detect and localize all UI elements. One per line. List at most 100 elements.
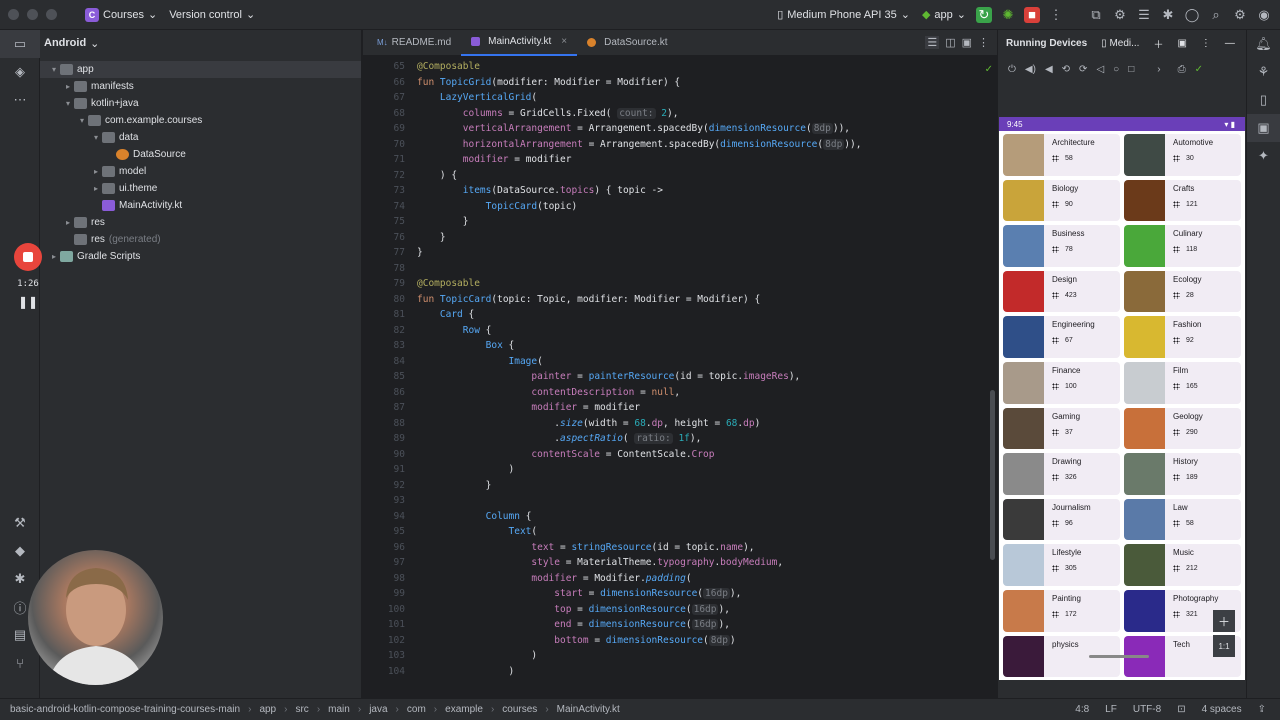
code-line[interactable]: 92 } [363, 478, 997, 494]
rerun-icon[interactable]: ↻ [976, 6, 992, 23]
more-icon[interactable]: ⋮ [978, 36, 989, 49]
code-view-icon[interactable]: ☰ [925, 36, 940, 49]
git-icon[interactable]: ⑂ [0, 649, 40, 677]
split-view-icon[interactable]: ◫ [945, 36, 955, 49]
code-line[interactable]: 66 fun TopicGrid(modifier: Modifier = Mod… [363, 75, 997, 91]
version-control-menu[interactable]: Version control ⌄ [163, 8, 261, 22]
tree-item[interactable]: ▾ kotlin+java [40, 95, 361, 112]
code-line[interactable]: 88 .size(width = 68.dp, height = 68.dp) [363, 416, 997, 432]
settings-icon[interactable]: ⚙ [1232, 7, 1248, 23]
record-stop-button[interactable] [14, 243, 42, 271]
code-line[interactable]: 75 } [363, 214, 997, 230]
tree-item[interactable]: ▸ manifests [40, 78, 361, 95]
screenshot-icon[interactable]: ⎙ [1178, 64, 1186, 75]
topic-card[interactable]: Business 78 [1003, 225, 1120, 267]
topic-card[interactable]: Film 165 [1124, 361, 1241, 404]
back-icon[interactable]: ◁ [1096, 64, 1104, 75]
tree-item[interactable]: ▾ com.example.courses [40, 112, 361, 129]
tree-item[interactable]: ▸ ui.theme [40, 180, 361, 197]
code-line[interactable]: 80 fun TopicCard(topic: Topic, modifier: … [363, 292, 997, 308]
code-line[interactable]: 83 Box { [363, 338, 997, 354]
code-line[interactable]: 74 TopicCard(topic) [363, 199, 997, 215]
breadcrumb-item[interactable]: courses [502, 704, 537, 715]
breadcrumb-item[interactable]: com [407, 704, 426, 715]
topic-card[interactable]: Music 212 [1124, 544, 1241, 586]
topic-card[interactable]: Engineering 67 [1003, 316, 1120, 358]
code-line[interactable]: 68 columns = GridCells.Fixed( count: 2), [363, 106, 997, 122]
topic-card[interactable]: Crafts 121 [1124, 179, 1241, 222]
code-line[interactable]: 78 [363, 261, 997, 277]
layout-icon[interactable]: ☰ [1136, 7, 1152, 23]
more-tools-icon[interactable]: ⋯ [0, 86, 40, 114]
code-line[interactable]: 65 @Composable [363, 59, 997, 75]
topic-card[interactable]: Law 58 [1124, 498, 1241, 541]
close-icon[interactable]: × [561, 36, 567, 47]
topic-card[interactable]: Gaming 37 [1003, 407, 1120, 450]
code-line[interactable]: 84 Image( [363, 354, 997, 370]
code-line[interactable]: 94 Column { [363, 509, 997, 525]
more-icon[interactable]: ⋮ [1201, 38, 1211, 49]
rotate-right-icon[interactable]: ⟳ [1079, 64, 1087, 75]
forward-icon[interactable]: › [1157, 64, 1160, 75]
running-devices-icon[interactable]: ▣ [1247, 114, 1280, 142]
code-line[interactable]: 86 contentDescription = null, [363, 385, 997, 401]
chevron-right-icon[interactable]: ▸ [62, 218, 74, 227]
code-line[interactable]: 101 end = dimensionResource(16dp), [363, 617, 997, 633]
gem-icon[interactable]: ◆ [0, 537, 40, 565]
gemini-icon[interactable]: ✦ [1247, 142, 1280, 170]
window-zoom-button[interactable] [46, 9, 57, 20]
code-line[interactable]: 72 ) { [363, 168, 997, 184]
code-line[interactable]: 98 modifier = Modifier.padding( [363, 571, 997, 587]
device-tab[interactable]: ▯ Medi... [1101, 38, 1139, 49]
rotate-left-icon[interactable]: ⟲ [1062, 64, 1070, 75]
topic-card[interactable]: Lifestyle 305 [1003, 544, 1120, 586]
code-line[interactable]: 91 ) [363, 462, 997, 478]
code-line[interactable]: 90 contentScale = ContentScale.Crop [363, 447, 997, 463]
chevron-right-icon[interactable]: ▸ [90, 184, 102, 193]
pause-icon[interactable]: ❚❚ [10, 295, 46, 309]
code-line[interactable]: 104 ) [363, 664, 997, 680]
code-line[interactable]: 69 verticalArrangement = Arrangement.spa… [363, 121, 997, 137]
topic-card[interactable]: Design 423 [1003, 270, 1120, 313]
code-line[interactable]: 99 start = dimensionResource(16dp), [363, 586, 997, 602]
breadcrumb-item[interactable]: app [259, 704, 276, 715]
debug-icon[interactable]: ✺ [1000, 7, 1016, 23]
sdk-icon[interactable]: ⚙ [1112, 7, 1128, 23]
account-icon[interactable]: ◯ [1184, 7, 1200, 23]
code-line[interactable]: 103 ) [363, 648, 997, 664]
add-device-icon[interactable]: ＋ [1153, 36, 1163, 51]
code-line[interactable]: 67 LazyVerticalGrid( [363, 90, 997, 106]
code-line[interactable]: 95 Text( [363, 524, 997, 540]
more-icon[interactable]: ⋮ [1048, 7, 1064, 23]
device-manager-icon[interactable]: ▯ [1247, 86, 1280, 114]
window-minimize-button[interactable] [27, 9, 38, 20]
notifications-icon[interactable]: 🔔︎ [1247, 30, 1280, 58]
topic-card[interactable]: Journalism 96 [1003, 498, 1120, 541]
chevron-down-icon[interactable]: ▾ [90, 133, 102, 142]
project-selector[interactable]: C Courses ⌄ [79, 7, 163, 22]
resource-manager-icon[interactable]: ◈ [0, 58, 40, 86]
volume-up-icon[interactable]: ◀) [1025, 64, 1036, 75]
chevron-right-icon[interactable]: ▸ [48, 252, 60, 261]
minimize-icon[interactable]: — [1225, 38, 1235, 49]
device-manager-icon[interactable]: ⧉ [1088, 7, 1104, 23]
build-icon[interactable]: ⚒ [0, 509, 40, 537]
indent-setting[interactable]: 4 spaces [1202, 704, 1242, 715]
profile-icon[interactable]: ◉ [1256, 7, 1272, 23]
device-selector[interactable]: ▯ Medium Phone API 35 ⌄ [771, 8, 916, 22]
stop-icon[interactable]: ■ [1024, 6, 1040, 23]
chevron-down-icon[interactable]: ▾ [76, 116, 88, 125]
topic-card[interactable]: Drawing 326 [1003, 453, 1120, 495]
home-icon[interactable]: ○ [1113, 64, 1119, 75]
power-icon[interactable]: ⏻ [1008, 64, 1016, 75]
topic-card[interactable]: Painting 172 [1003, 589, 1120, 632]
project-tool-icon[interactable]: ▭ [0, 30, 40, 58]
design-view-icon[interactable]: ▣ [962, 36, 972, 49]
code-line[interactable]: 73 items(DataSource.topics) { topic -> [363, 183, 997, 199]
code-line[interactable]: 81 Card { [363, 307, 997, 323]
breadcrumb-item[interactable]: example [445, 704, 483, 715]
topic-card[interactable]: Culinary 118 [1124, 225, 1241, 267]
tree-item[interactable]: ▸ res [40, 214, 361, 231]
code-line[interactable]: 100 top = dimensionResource(16dp), [363, 602, 997, 618]
tab-datasource[interactable]: DataSource.kt [577, 30, 677, 56]
